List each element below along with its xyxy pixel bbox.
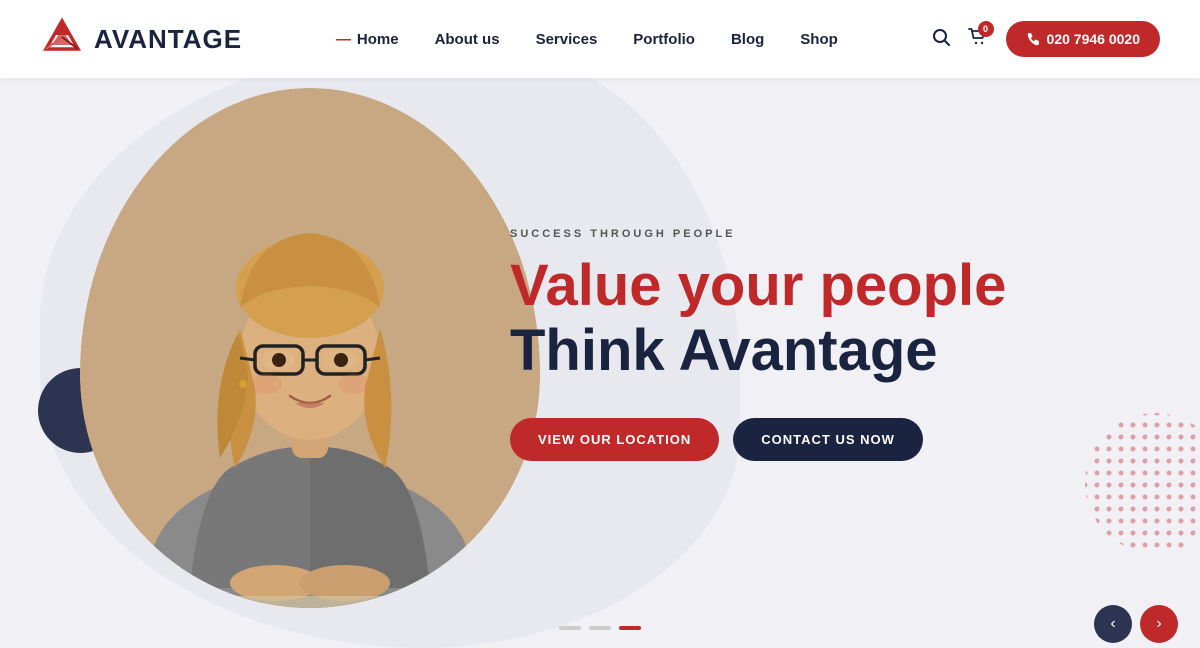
contact-button[interactable]: CONTACT US NOW (733, 418, 923, 461)
hero-title-line2: Think Avantage (510, 321, 1006, 382)
brand-name: AVANTAGE (94, 24, 242, 55)
cart-button[interactable]: 0 (968, 27, 988, 52)
next-arrow-icon: › (1156, 615, 1161, 633)
slider-dots (559, 626, 641, 630)
nav-shop[interactable]: Shop (800, 31, 838, 48)
hero-buttons: VIEW OUR LOCATION CONTACT US NOW (510, 418, 1006, 461)
hero-title-line1: Value your people (510, 256, 1006, 317)
search-icon (932, 28, 950, 46)
search-button[interactable] (932, 28, 950, 51)
cart-badge: 0 (978, 21, 994, 37)
dots-decoration-right (1080, 408, 1200, 558)
header: AVANTAGE Home About us Services Portfoli… (0, 0, 1200, 78)
location-button[interactable]: VIEW OUR LOCATION (510, 418, 719, 461)
nav-actions: 0 020 7946 0020 (932, 21, 1160, 57)
logo-icon (40, 17, 84, 61)
slider-dot-1[interactable] (559, 626, 581, 630)
phone-icon (1026, 32, 1040, 46)
nav-portfolio[interactable]: Portfolio (633, 31, 695, 48)
slider-next-button[interactable]: › (1140, 605, 1178, 643)
phone-button[interactable]: 020 7946 0020 (1006, 21, 1160, 57)
nav-services[interactable]: Services (536, 31, 598, 48)
prev-arrow-icon: ‹ (1110, 615, 1115, 633)
logo[interactable]: AVANTAGE (40, 17, 242, 61)
hero-content: SUCCESS THROUGH PEOPLE Value your people… (510, 228, 1006, 461)
nav-about[interactable]: About us (435, 31, 500, 48)
hero-section: SUCCESS THROUGH PEOPLE Value your people… (0, 78, 1200, 648)
slider-prev-button[interactable]: ‹ (1094, 605, 1132, 643)
hero-subtitle: SUCCESS THROUGH PEOPLE (510, 228, 1006, 240)
slider-dot-3[interactable] (619, 626, 641, 630)
phone-number: 020 7946 0020 (1047, 31, 1140, 47)
nav-blog[interactable]: Blog (731, 31, 764, 48)
slider-dot-2[interactable] (589, 626, 611, 630)
nav-home[interactable]: Home (336, 31, 399, 48)
main-nav: Home About us Services Portfolio Blog Sh… (336, 31, 838, 48)
